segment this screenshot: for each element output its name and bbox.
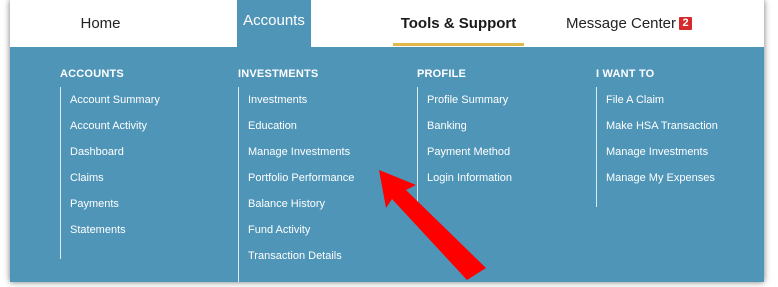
menu-item-manage-my-expenses[interactable]: Manage My Expenses (606, 172, 718, 198)
menu-item-payment-method[interactable]: Payment Method (427, 146, 512, 172)
menu-item-investments[interactable]: Investments (248, 94, 354, 120)
menu-column-accounts: ACCOUNTS Account Summary Account Activit… (60, 68, 160, 259)
menu-item-education[interactable]: Education (248, 120, 354, 146)
menu-list: Investments Education Manage Investments… (248, 94, 354, 276)
column-divider (417, 87, 418, 207)
menu-column-heading: INVESTMENTS (238, 68, 319, 80)
menu-item-balance-history[interactable]: Balance History (248, 198, 354, 224)
menu-item-banking[interactable]: Banking (427, 120, 512, 146)
menu-item-claims[interactable]: Claims (70, 172, 160, 198)
nav-home-label: Home (80, 15, 121, 32)
menu-item-dashboard[interactable]: Dashboard (70, 146, 160, 172)
top-navigation-bar: Home Accounts Tools & Support Message Ce… (10, 0, 764, 47)
nav-accounts-label: Accounts (243, 12, 305, 29)
menu-column-investments: INVESTMENTS Investments Education Manage… (238, 68, 354, 282)
menu-item-account-summary[interactable]: Account Summary (70, 94, 160, 120)
screenshot-frame: Home Accounts Tools & Support Message Ce… (10, 0, 764, 282)
menu-item-portfolio-performance[interactable]: Portfolio Performance (248, 172, 354, 198)
nav-home[interactable]: Home (38, 0, 163, 47)
menu-item-make-hsa-transaction[interactable]: Make HSA Transaction (606, 120, 718, 146)
menu-item-fund-activity[interactable]: Fund Activity (248, 224, 354, 250)
menu-item-statements[interactable]: Statements (70, 224, 160, 250)
menu-list: Account Summary Account Activity Dashboa… (70, 94, 160, 250)
menu-item-manage-investments[interactable]: Manage Investments (248, 146, 354, 172)
column-divider (60, 87, 61, 259)
nav-message-center[interactable]: Message Center 2 (560, 0, 698, 47)
nav-accounts[interactable]: Accounts (237, 0, 311, 47)
menu-item-login-information[interactable]: Login Information (427, 172, 512, 198)
message-count-badge: 2 (679, 17, 693, 30)
menu-item-file-a-claim[interactable]: File A Claim (606, 94, 718, 120)
menu-item-transaction-details[interactable]: Transaction Details (248, 250, 354, 276)
menu-list: Profile Summary Banking Payment Method L… (427, 94, 512, 198)
column-divider (596, 87, 597, 207)
menu-item-payments[interactable]: Payments (70, 198, 160, 224)
menu-column-heading: PROFILE (417, 68, 467, 80)
menu-column-heading: ACCOUNTS (60, 68, 124, 80)
menu-list: File A Claim Make HSA Transaction Manage… (606, 94, 718, 198)
menu-item-account-activity[interactable]: Account Activity (70, 120, 160, 146)
active-tab-underline (393, 43, 524, 46)
menu-column-heading: I WANT TO (596, 68, 655, 80)
column-divider (238, 87, 239, 282)
menu-item-manage-investments-2[interactable]: Manage Investments (606, 146, 718, 172)
menu-column-i-want-to: I WANT TO File A Claim Make HSA Transact… (596, 68, 718, 207)
nav-message-center-label: Message Center (565, 15, 677, 32)
menu-column-profile: PROFILE Profile Summary Banking Payment … (417, 68, 512, 207)
menu-item-profile-summary[interactable]: Profile Summary (427, 94, 512, 120)
nav-tools-support-label: Tools & Support (400, 15, 517, 32)
nav-tools-support[interactable]: Tools & Support (393, 0, 524, 47)
